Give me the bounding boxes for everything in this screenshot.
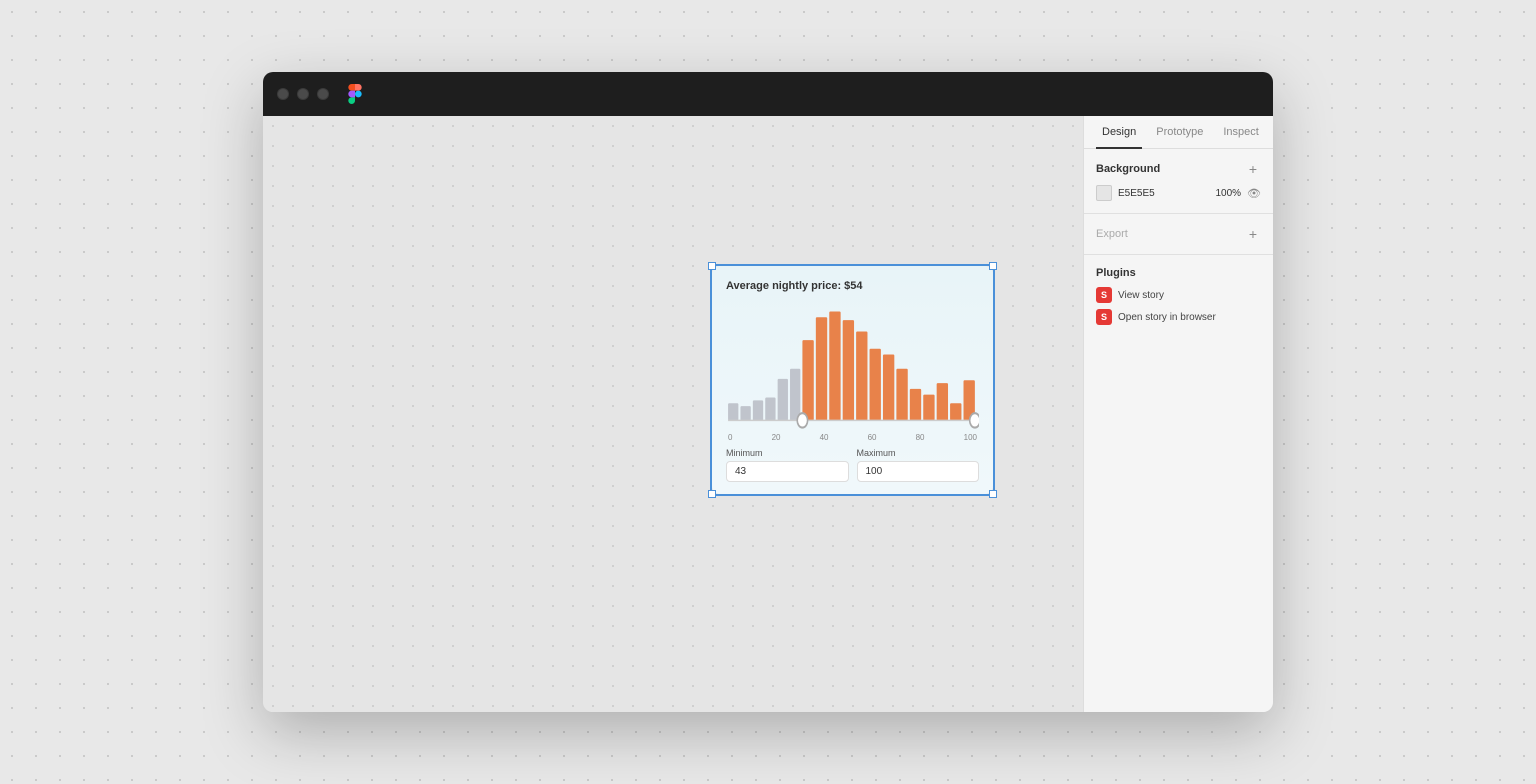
export-row: Export + — [1096, 226, 1261, 242]
background-color-hex[interactable]: E5E5E5 — [1118, 188, 1209, 199]
background-title: Background — [1096, 163, 1160, 175]
background-header: Background + — [1096, 161, 1261, 177]
minimize-button[interactable] — [297, 88, 309, 100]
eye-icon[interactable]: 👁 — [1247, 187, 1261, 200]
plugin-icon-view-story: S — [1096, 287, 1112, 303]
background-section: Background + E5E5E5 100% 👁 — [1084, 149, 1273, 214]
plugin-label-view-story: View story — [1118, 290, 1164, 301]
export-add-button[interactable]: + — [1245, 226, 1261, 242]
background-add-button[interactable]: + — [1245, 161, 1261, 177]
main-area: Average nightly price: $54 — [263, 116, 1273, 712]
plugin-item-view-story[interactable]: S View story — [1096, 287, 1261, 303]
close-button[interactable] — [277, 88, 289, 100]
figma-logo — [345, 84, 365, 104]
maximize-button[interactable] — [317, 88, 329, 100]
background-opacity: 100% — [1215, 188, 1241, 199]
plugin-label-open-story: Open story in browser — [1118, 312, 1216, 323]
traffic-lights — [277, 88, 329, 100]
handle-top-right[interactable] — [989, 262, 997, 270]
handle-bottom-right[interactable] — [989, 490, 997, 498]
canvas-widget[interactable]: Average nightly price: $54 — [710, 264, 995, 496]
tab-prototype[interactable]: Prototype — [1150, 116, 1209, 148]
plugins-title: Plugins — [1096, 267, 1261, 279]
plugin-icon-open-story: S — [1096, 309, 1112, 325]
handle-bottom-left[interactable] — [708, 490, 716, 498]
export-title: Export — [1096, 228, 1128, 240]
background-color-row: E5E5E5 100% 👁 — [1096, 185, 1261, 201]
histogram-chart — [726, 300, 979, 429]
background-color-swatch[interactable] — [1096, 185, 1112, 201]
export-section: Export + — [1084, 214, 1273, 255]
app-window: Average nightly price: $54 — [263, 72, 1273, 712]
canvas[interactable]: Average nightly price: $54 — [263, 116, 1083, 712]
chart-area — [726, 300, 979, 429]
handle-top-left[interactable] — [708, 262, 716, 270]
plugin-item-open-story[interactable]: S Open story in browser — [1096, 309, 1261, 325]
tab-inspect[interactable]: Inspect — [1217, 116, 1264, 148]
panel-tabs: Design Prototype Inspect — [1084, 116, 1273, 149]
title-bar — [263, 72, 1273, 116]
tab-design[interactable]: Design — [1096, 116, 1142, 148]
plugins-section: Plugins S View story S Open story in bro… — [1084, 255, 1273, 343]
right-panel: Design Prototype Inspect Background + E5… — [1083, 116, 1273, 712]
